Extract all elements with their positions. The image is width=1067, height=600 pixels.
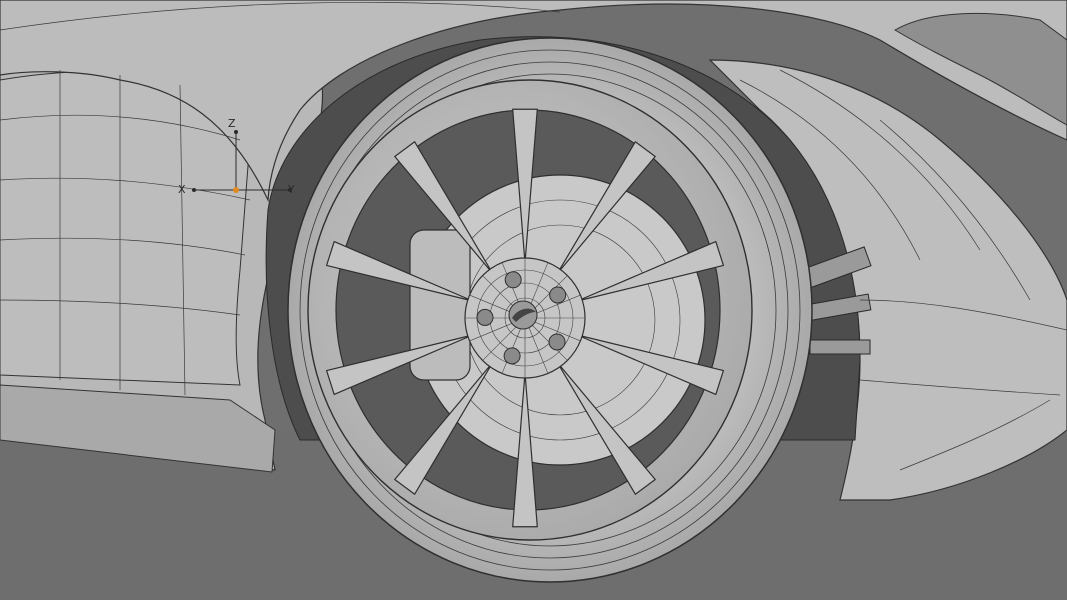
x-axis-handle[interactable] — [192, 188, 196, 192]
car-wheel-wireframe-scene[interactable] — [0, 0, 1067, 600]
transform-gizmo[interactable]: Z X Y — [170, 110, 310, 210]
axis-label-y: Y — [288, 183, 295, 196]
axis-label-z: Z — [228, 117, 236, 130]
rear-vent — [894, 12, 1067, 126]
gizmo-origin-point[interactable] — [233, 187, 239, 193]
lug-nut — [549, 286, 567, 304]
lug-nut — [548, 333, 566, 351]
axis-label-x: X — [178, 183, 186, 196]
lug-nut — [503, 347, 521, 365]
lug-nut — [504, 271, 522, 289]
3d-viewport[interactable]: Z X Y — [0, 0, 1067, 600]
z-axis-handle[interactable] — [234, 130, 238, 134]
lug-nut — [476, 308, 494, 326]
